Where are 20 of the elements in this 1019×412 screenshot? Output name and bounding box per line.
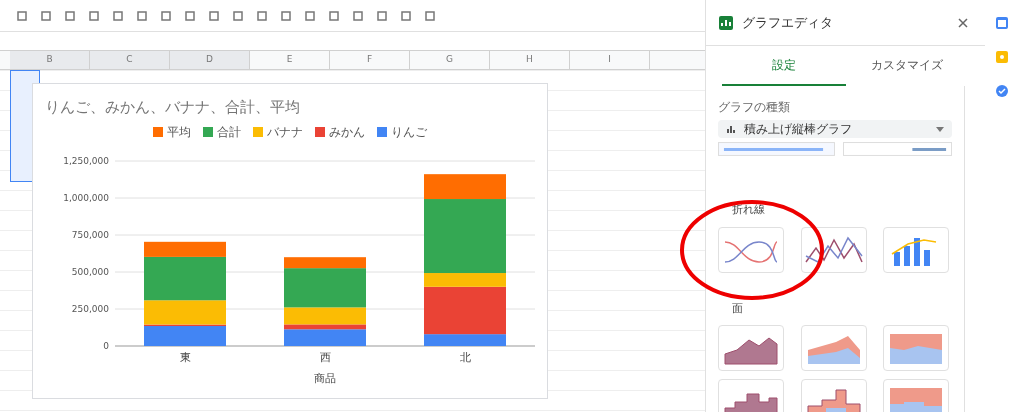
panel-title: グラフエディタ bbox=[742, 13, 833, 32]
legend-label: 合計 bbox=[217, 123, 241, 141]
x-tick-label: 東 bbox=[179, 350, 191, 364]
y-tick-label: 0 bbox=[103, 340, 109, 351]
legend-label: みかん bbox=[329, 123, 365, 141]
x-axis-title: 商品 bbox=[314, 371, 336, 385]
legend-label: 平均 bbox=[167, 123, 191, 141]
x-tick-label: 西 bbox=[319, 350, 331, 364]
y-tick-label: 500,000 bbox=[71, 266, 109, 277]
legend-label: バナナ bbox=[267, 123, 303, 141]
legend-label: りんご bbox=[391, 123, 427, 141]
y-tick-label: 750,000 bbox=[71, 229, 109, 240]
x-tick-label: 北 bbox=[459, 350, 471, 364]
field-label: グラフの種類 bbox=[718, 99, 791, 116]
chart-title: りんご、みかん、バナナ、合計、平均 bbox=[45, 97, 301, 118]
y-tick-label: 250,000 bbox=[71, 303, 109, 314]
section-title: 面 bbox=[731, 300, 743, 317]
y-tick-label: 1,000,000 bbox=[63, 192, 109, 203]
y-tick-label: 1,250,000 bbox=[63, 155, 109, 166]
section-title: 折れ線 bbox=[731, 202, 765, 218]
